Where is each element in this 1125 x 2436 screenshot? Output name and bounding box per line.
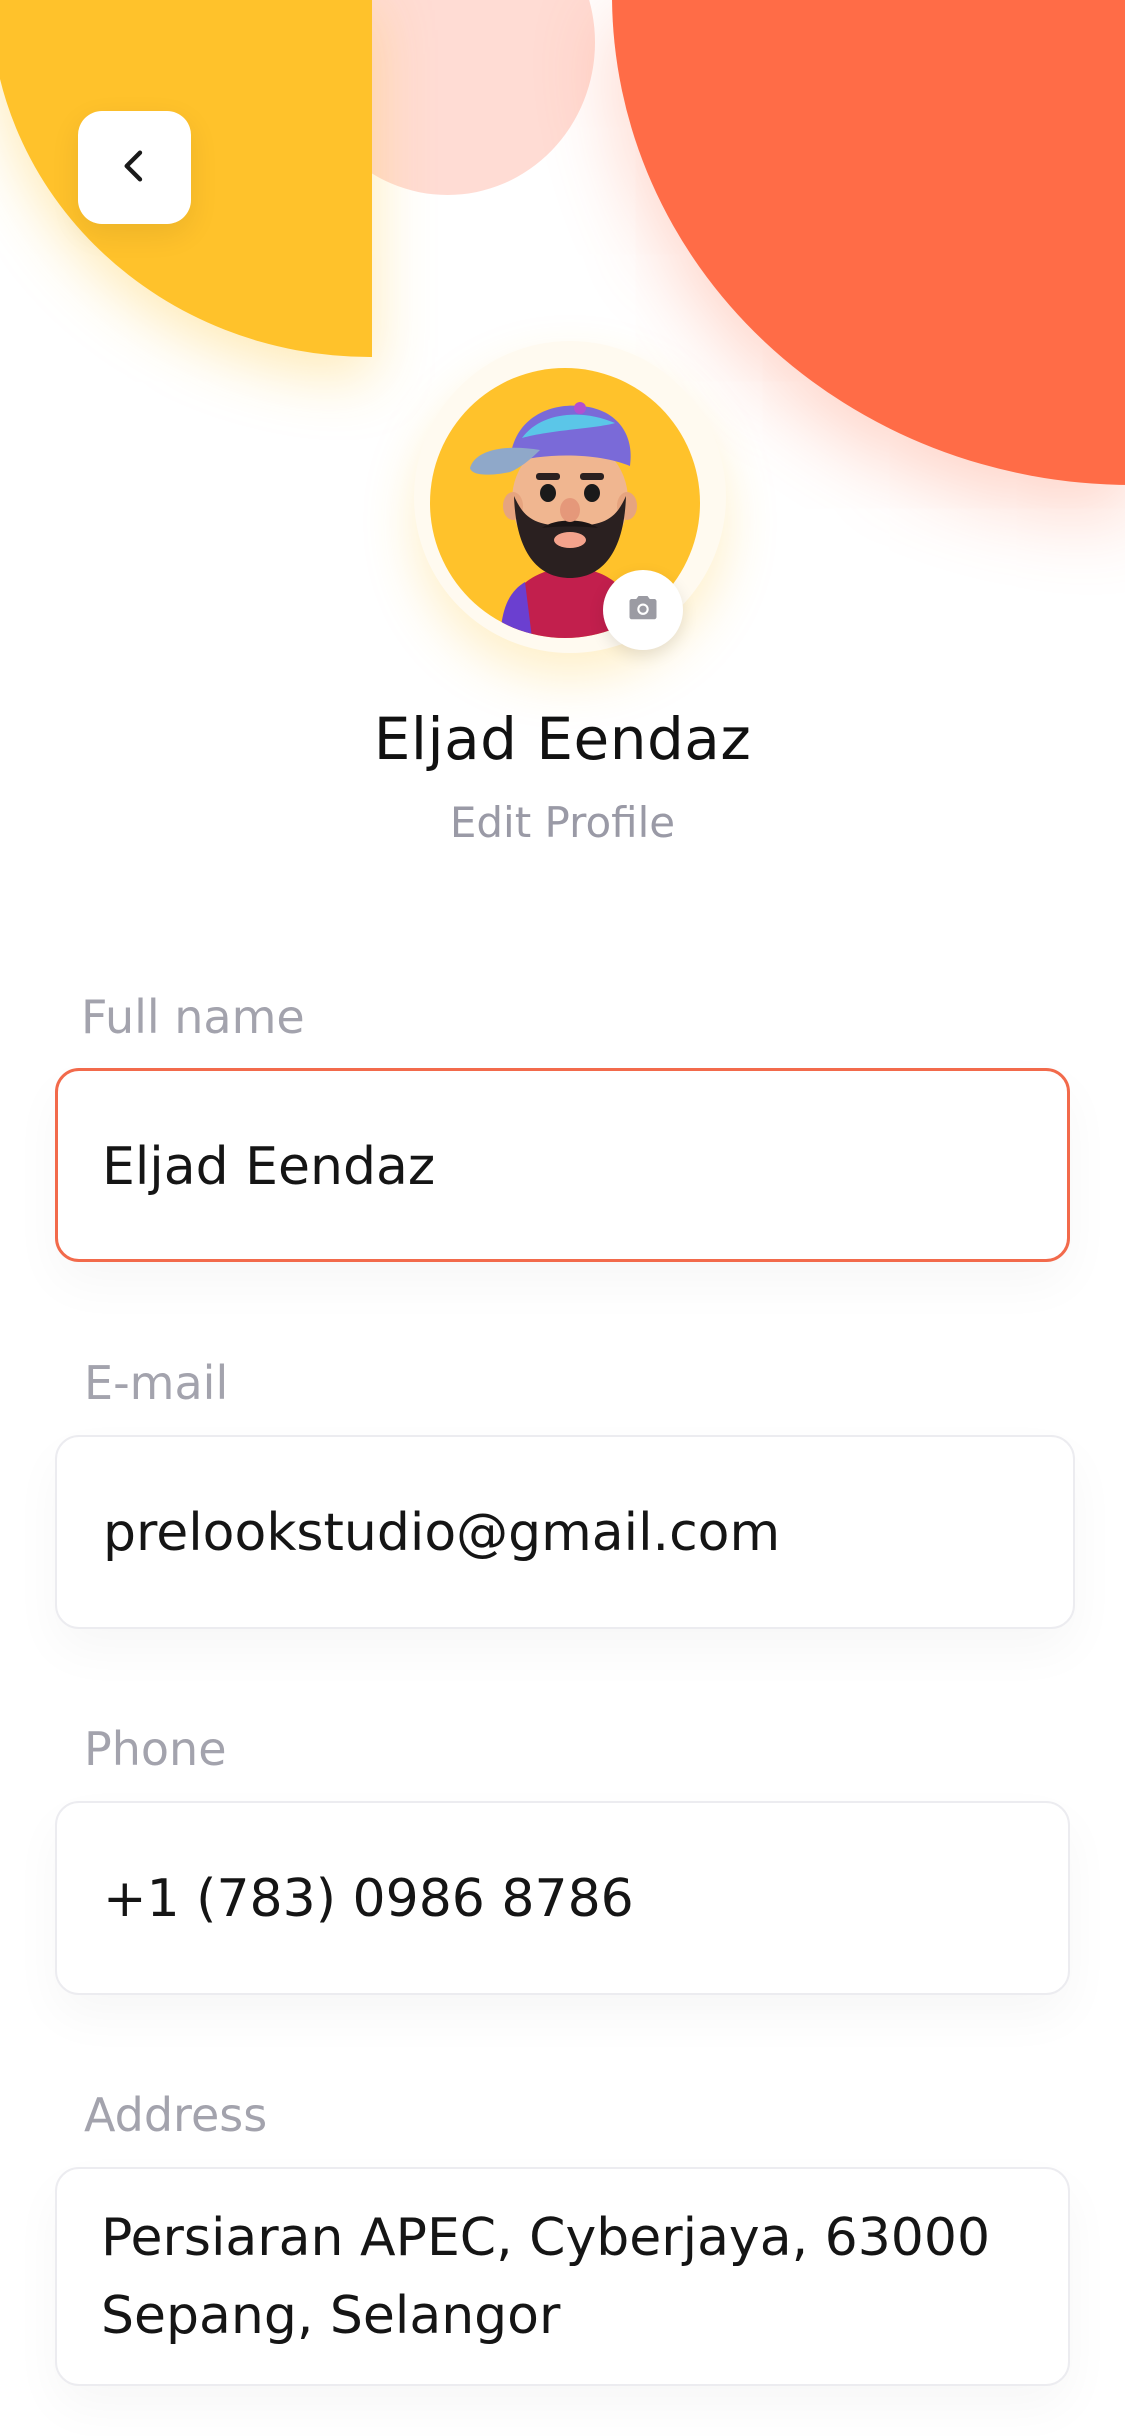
phone-label: Phone [84, 1722, 227, 1776]
email-field[interactable]: prelookstudio@gmail.com [55, 1435, 1075, 1629]
phone-field[interactable]: +1 (783) 0986 8786 [55, 1801, 1070, 1995]
phone-value: +1 (783) 0986 8786 [103, 1869, 634, 1929]
profile-name: Eljad Eendaz [373, 705, 752, 773]
back-button[interactable] [78, 111, 191, 224]
edit-profile-subtitle: Edit Profile [449, 798, 676, 847]
change-photo-button[interactable] [603, 570, 683, 650]
address-field[interactable]: Persiaran APEC, Cyberjaya, 63000 Sepang,… [55, 2167, 1070, 2386]
email-value: prelookstudio@gmail.com [103, 1503, 781, 1563]
email-label: E-mail [84, 1356, 229, 1410]
chevron-left-icon [115, 146, 155, 190]
address-value-line2: Sepang, Selangor [101, 2286, 561, 2346]
camera-icon [625, 590, 661, 630]
full-name-field[interactable]: Eljad Eendaz [55, 1068, 1070, 1262]
address-value-line1: Persiaran APEC, Cyberjaya, 63000 [101, 2208, 991, 2268]
address-label: Address [84, 2088, 268, 2142]
full-name-label: Full name [81, 990, 305, 1044]
full-name-value: Eljad Eendaz [102, 1137, 436, 1197]
